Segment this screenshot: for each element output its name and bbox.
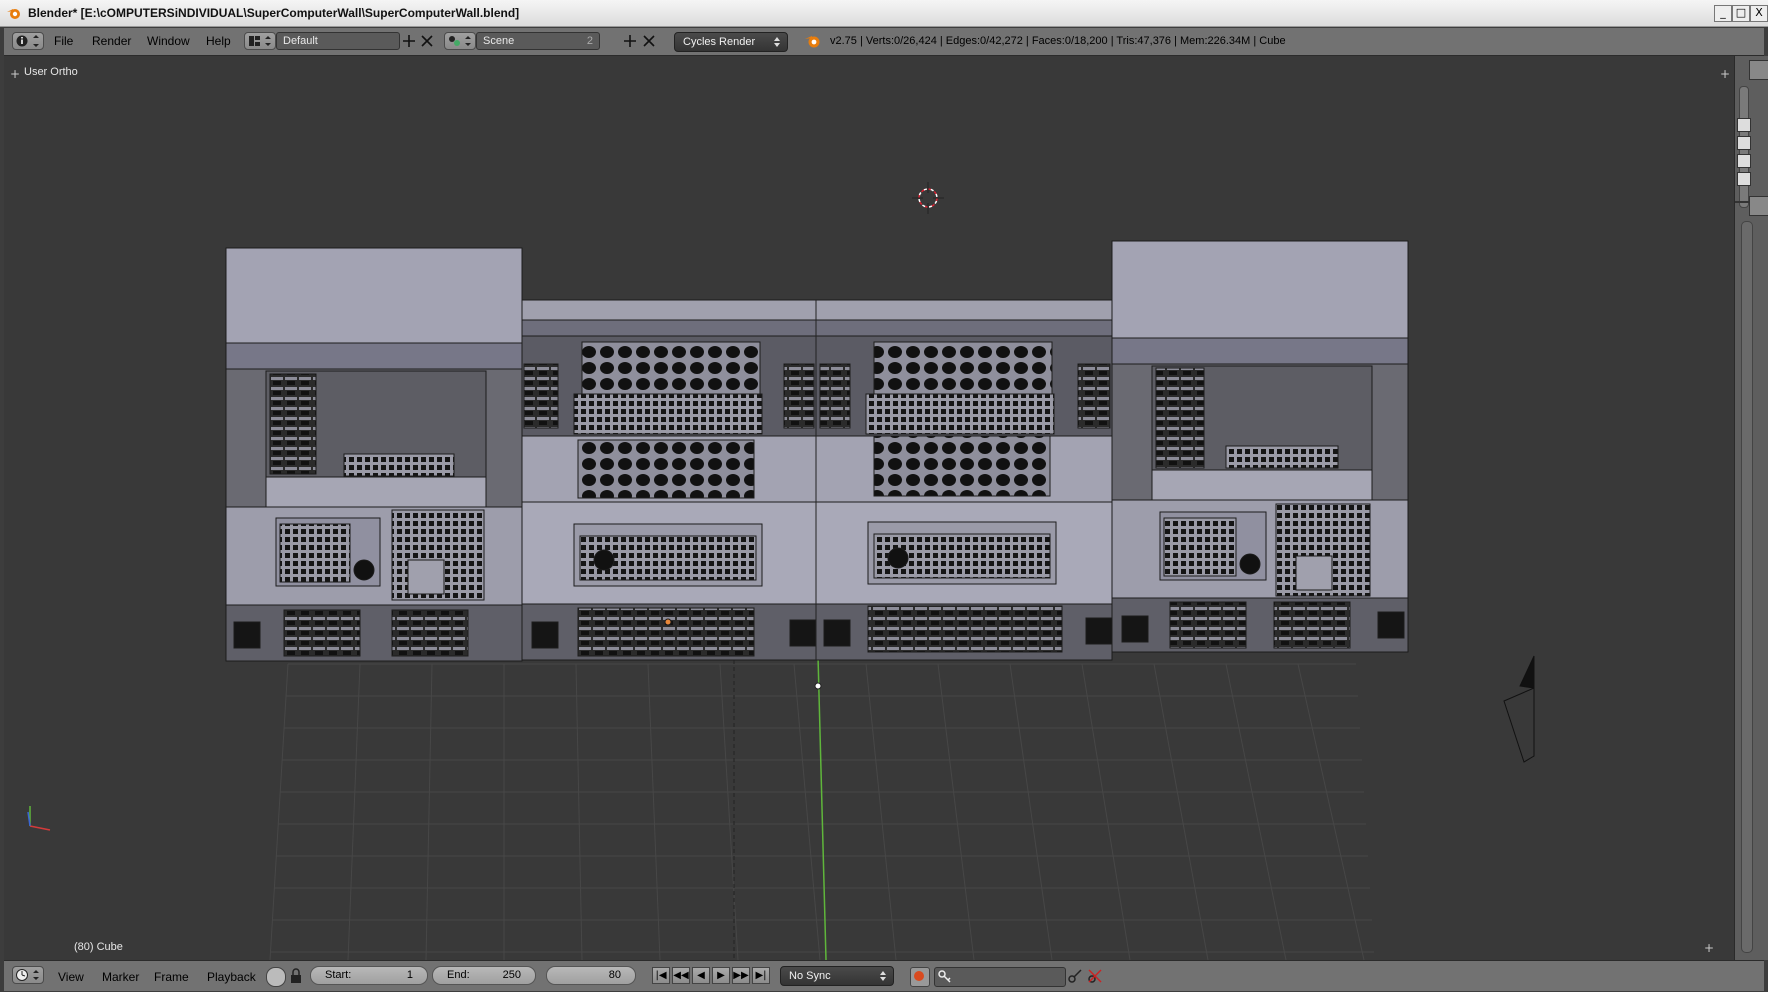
visibility-icon[interactable] — [1737, 118, 1751, 132]
scene-users-count: 2 — [586, 35, 593, 47]
axis-gizmo-icon — [27, 806, 51, 831]
view-mode-label: User Ortho — [24, 66, 78, 78]
active-object-label: (80) Cube — [74, 941, 123, 953]
jump-keyframe-forward-button[interactable]: ▶▶ — [732, 967, 750, 984]
end-frame-value: 250 — [502, 969, 521, 981]
delete-layout-icon[interactable] — [418, 32, 436, 50]
preview-range-icon[interactable] — [266, 967, 286, 987]
end-frame-label: End: — [447, 969, 470, 981]
right-tower — [1111, 240, 1409, 653]
scene-name-field[interactable]: Scene 2 — [476, 32, 600, 50]
screen-layout-icon — [249, 36, 271, 46]
visibility-icon[interactable] — [1737, 154, 1751, 168]
camera-icon — [1503, 655, 1535, 763]
menu-window[interactable]: Window — [147, 34, 190, 48]
record-icon — [914, 971, 924, 981]
scene-icon — [449, 36, 471, 46]
viewport-canvas[interactable]: + + + — [4, 56, 1734, 960]
start-frame-field[interactable]: Start: 1 — [310, 966, 428, 985]
title-bar: Blender* [E:\cOMPUTERSiNDIVIDUAL\SuperCo… — [0, 0, 1768, 27]
blender-logo-icon — [7, 9, 20, 19]
timeline-menu-view[interactable]: View — [58, 970, 84, 984]
sync-mode-label: No Sync — [789, 970, 831, 982]
clock-icon — [16, 969, 39, 981]
timeline-header: View Marker Frame Playback Start: 1 End:… — [4, 960, 1764, 991]
start-frame-value: 1 — [406, 969, 413, 981]
center-console — [521, 299, 1113, 661]
jump-keyframe-back-button[interactable]: ◀◀ — [672, 967, 690, 984]
timeline-menu-playback[interactable]: Playback — [207, 970, 256, 984]
layout-browse-button[interactable] — [244, 32, 276, 50]
3d-viewport[interactable]: + + + User Ortho (80) Cube — [4, 56, 1734, 960]
blender-logo-icon — [805, 36, 820, 48]
current-frame-field[interactable]: 80 — [546, 966, 636, 985]
keying-set-field[interactable] — [934, 967, 1066, 987]
info-icon — [16, 35, 39, 47]
3d-cursor-icon — [912, 182, 944, 214]
add-scene-icon[interactable] — [621, 32, 639, 50]
sync-mode-dropdown[interactable]: No Sync — [780, 966, 894, 986]
timeline-menu-frame[interactable]: Frame — [154, 970, 189, 984]
play-button[interactable]: ▶ — [712, 967, 730, 984]
layout-name-field[interactable]: Default — [276, 32, 400, 50]
outliner-editor-icon[interactable] — [1749, 60, 1768, 80]
render-engine-label: Cycles Render — [683, 36, 756, 48]
key-icon — [938, 970, 951, 983]
window-title: Blender* [E:\cOMPUTERSiNDIVIDUAL\SuperCo… — [28, 6, 520, 20]
menu-file[interactable]: File — [54, 34, 73, 48]
menu-help[interactable]: Help — [206, 34, 231, 48]
info-header: File Render Window Help Default Scene 2 … — [4, 28, 1764, 56]
dropdown-arrows-icon — [880, 971, 886, 981]
scene-browse-button[interactable] — [444, 32, 476, 50]
minimize-button[interactable]: _ — [1714, 5, 1732, 22]
properties-editor-icon[interactable] — [1749, 196, 1768, 216]
render-engine-dropdown[interactable]: Cycles Render — [674, 32, 788, 52]
menu-render[interactable]: Render — [92, 34, 131, 48]
visibility-icon[interactable] — [1737, 172, 1751, 186]
lock-icon[interactable] — [288, 967, 304, 985]
scene-name-text: Scene — [483, 35, 515, 47]
record-button[interactable] — [910, 967, 930, 987]
scene-stats: v2.75 | Verts:0/26,424 | Edges:0/42,272 … — [830, 35, 1286, 47]
dropdown-arrows-icon — [774, 37, 780, 47]
editor-type-button[interactable] — [12, 32, 44, 50]
play-reverse-button[interactable]: ◀ — [692, 967, 710, 984]
timeline-editor-type-button[interactable] — [12, 966, 44, 984]
insert-keyframe-icon[interactable] — [1066, 967, 1084, 985]
corner-resize-icon: + — [1704, 941, 1714, 955]
toolshelf-toggle-icon: + — [10, 67, 20, 81]
left-tower — [225, 247, 523, 662]
visibility-icon[interactable] — [1737, 136, 1751, 150]
add-layout-icon[interactable] — [400, 32, 418, 50]
object-origin-icon — [814, 682, 822, 690]
jump-start-button[interactable]: |◀ — [652, 967, 670, 984]
close-button[interactable]: X — [1750, 5, 1768, 22]
properties-scrollbar[interactable] — [1741, 221, 1753, 953]
y-axis-line — [817, 655, 827, 960]
start-frame-label: Start: — [325, 969, 352, 981]
delete-scene-icon[interactable] — [640, 32, 658, 50]
maximize-button[interactable]: □ — [1732, 5, 1750, 22]
delete-keyframe-icon[interactable] — [1086, 967, 1104, 985]
timeline-menu-marker[interactable]: Marker — [102, 970, 139, 984]
current-frame-value: 80 — [608, 969, 621, 981]
jump-end-button[interactable]: ▶| — [752, 967, 770, 984]
properties-toggle-icon: + — [1720, 67, 1730, 81]
right-side-panels — [1734, 56, 1768, 960]
end-frame-field[interactable]: End: 250 — [432, 966, 536, 985]
